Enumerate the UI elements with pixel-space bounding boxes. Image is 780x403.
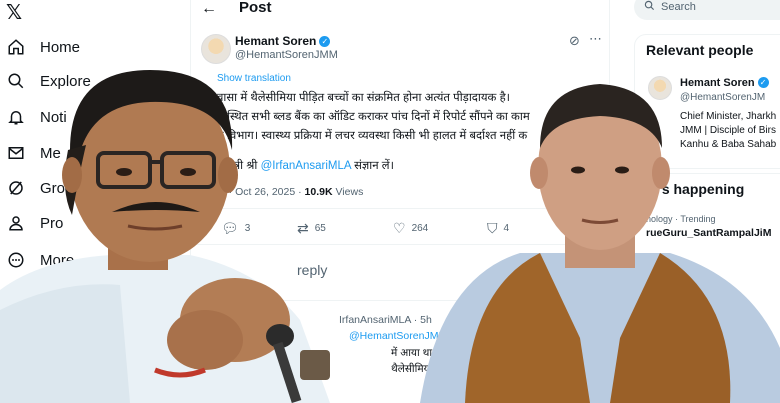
search-input[interactable]: Search: [634, 0, 780, 20]
nav-item-more[interactable]: More: [6, 247, 74, 273]
post-text-line: य मंत्री श्री @IrfanAnsariMLA संज्ञान ले…: [217, 158, 394, 173]
search-icon: [644, 0, 655, 14]
comment-count: 3: [244, 223, 251, 234]
whats-happening-title: at’s happening: [646, 181, 745, 197]
nav-label-notifications: Noti: [40, 108, 67, 126]
grok-icon[interactable]: ⊘: [569, 33, 580, 49]
nav-label-explore: Explore: [40, 72, 91, 90]
bookmark-button[interactable]: ⛉ 4: [487, 220, 509, 237]
reply-to-mention[interactable]: @HemantSorenJMM: [349, 330, 447, 342]
home-icon: [6, 37, 26, 57]
whats-happening-panel: [634, 168, 780, 403]
post-meta: M · Oct 26, 2025 · 10.9K Views: [217, 186, 363, 198]
left-nav: 𝕏 Home Explore Noti Me Gro Pro More: [0, 0, 190, 403]
search-placeholder: Search: [661, 1, 696, 13]
mail-icon: [6, 143, 26, 163]
reply-button[interactable]: 💬︎ 3: [221, 220, 250, 237]
more-options-icon[interactable]: ⋯: [589, 31, 602, 47]
post-text-line: में स्थित सभी ब्लड बैंक का ऑडिट कराकर पा…: [217, 111, 530, 123]
divider: [191, 244, 611, 245]
bell-icon: [6, 107, 26, 127]
like-button[interactable]: ♡ 264: [393, 220, 428, 237]
author-name[interactable]: Hemant Soren ✓: [235, 34, 331, 48]
nav-item-grok[interactable]: Gro: [6, 175, 65, 201]
bookmark-icon: ⛉: [487, 220, 498, 236]
search-icon: [6, 71, 26, 91]
divider: [191, 300, 611, 301]
comment-icon: 💬︎: [221, 220, 239, 236]
nav-label-home: Home: [40, 38, 81, 56]
divider: [191, 208, 611, 209]
reply-text: में आया था, जिसके: [391, 347, 464, 359]
avatar[interactable]: [201, 34, 231, 64]
show-translation-link[interactable]: Show translation: [217, 73, 291, 84]
nav-label-more: More: [40, 251, 75, 269]
heart-icon: ♡: [393, 220, 406, 236]
bookmark-count: 4: [503, 223, 510, 234]
person-bio-line: Kanhu & Baba Sahab: [680, 139, 777, 150]
nav-label-profile: Pro: [40, 214, 64, 232]
reply-input[interactable]: reply: [297, 262, 327, 278]
reply-to-line: @HemantSorenJMM: [349, 330, 447, 342]
views-count: 10.9K: [304, 186, 333, 198]
person-icon: [6, 213, 26, 233]
repost-count: 65: [314, 223, 326, 234]
trend-name[interactable]: rueGuru_SantRampalJiM: [646, 227, 771, 239]
nav-item-notifications[interactable]: Noti: [6, 104, 67, 130]
slash-circle-icon: [6, 178, 26, 198]
page-title: Post: [239, 0, 272, 16]
more-circle-icon: [6, 250, 26, 270]
person-name[interactable]: Hemant Soren ✓: [680, 77, 769, 89]
relevant-people-title: Relevant people: [646, 42, 754, 58]
nav-item-explore[interactable]: Explore: [6, 68, 91, 94]
nav-item-messages[interactable]: Me: [6, 140, 61, 166]
post-text-line: य विभाग। स्वास्थ्य प्रक्रिया में लचर व्य…: [217, 130, 528, 142]
views-label: Views: [332, 186, 364, 198]
nav-item-home[interactable]: Home: [6, 34, 80, 60]
post-column: ← Post Hemant Soren ✓ @HemantSorenJMM ⊘ ⋯…: [190, 0, 611, 403]
post-text-line: वासा में थैलेसीमिया पीड़ित बच्चों का संक…: [217, 92, 511, 104]
nav-item-profile[interactable]: Pro: [6, 210, 63, 236]
repost-button[interactable]: ⇄ 65: [297, 220, 326, 237]
post-timestamp[interactable]: M · Oct 26, 2025 ·: [217, 186, 305, 198]
x-logo-icon[interactable]: 𝕏: [6, 0, 22, 25]
person-bio-line: Chief Minister, Jharkh: [680, 111, 777, 122]
trend-meta: nology · Trending: [646, 214, 716, 224]
author-name-text: Hemant Soren: [235, 34, 317, 48]
author-handle[interactable]: @HemantSorenJMM: [235, 49, 338, 61]
mention-suffix: संज्ञान लें।: [350, 160, 394, 172]
back-arrow-icon[interactable]: ←: [201, 0, 217, 18]
repost-icon: ⇄: [297, 220, 309, 236]
mention-prefix: य मंत्री श्री: [217, 160, 261, 172]
reply-text-line: थैलेसीमिया पी: [391, 362, 444, 376]
nav-label-messages: Me: [40, 144, 61, 162]
person-name-text: Hemant Soren: [680, 77, 755, 89]
nav-label-grok: Gro: [40, 179, 66, 197]
reply-text: थैलेसीमिया पी: [391, 363, 445, 375]
mention-link[interactable]: @IrfanAnsariMLA: [261, 160, 351, 172]
person-handle[interactable]: @HemantSorenJM: [680, 92, 765, 103]
person-bio-line: JMM | Disciple of Birs: [680, 125, 776, 136]
reply-author-line[interactable]: IrfanAnsariMLA · 5h: [339, 314, 432, 326]
like-count: 264: [411, 223, 429, 234]
verified-badge-icon: ✓: [757, 77, 769, 88]
reply-text-line: में आया था, जिसके: [391, 346, 464, 360]
right-sidebar: Search Relevant people Hemant Soren ✓ @He…: [620, 0, 780, 403]
verified-badge-icon: ✓: [319, 36, 331, 47]
post-header: ← Post: [191, 0, 611, 22]
avatar[interactable]: [648, 76, 672, 100]
